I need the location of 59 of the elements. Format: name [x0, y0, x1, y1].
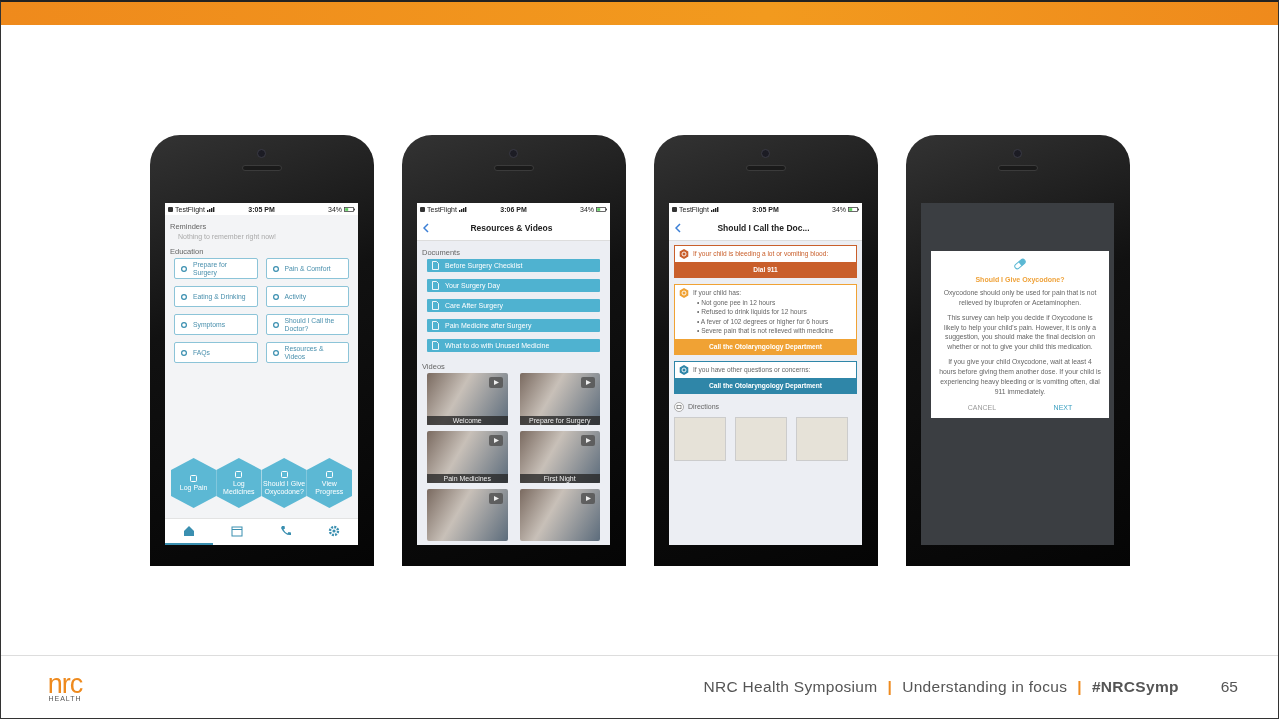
speaker-grille: [997, 165, 1038, 171]
home-icon: [183, 525, 196, 537]
play-icon: [581, 377, 595, 388]
hashtag: #NRCSymp: [1091, 678, 1179, 696]
circle-icon: [181, 349, 187, 356]
logo-wordmark: nrc: [47, 672, 83, 695]
signal-icon: [206, 206, 215, 212]
separator: |: [887, 678, 893, 696]
camera-lens: [257, 149, 266, 158]
document-icon: [432, 301, 439, 310]
screen-title: Resources & Videos: [469, 222, 554, 233]
back-chevron-icon[interactable]: [675, 222, 681, 233]
circle-icon: [272, 265, 279, 272]
square-icon: [280, 470, 288, 478]
video-thumbnail[interactable]: [519, 489, 600, 541]
play-icon: [488, 377, 503, 388]
circle-icon: [181, 321, 187, 328]
separator: |: [1077, 678, 1082, 696]
document-icon: [432, 321, 439, 330]
battery-icon: [596, 206, 607, 212]
speaker-grille: [241, 165, 282, 171]
footer-text: NRC Health Symposium: [703, 678, 878, 696]
circle-icon: [272, 349, 279, 356]
camera-lens: [761, 149, 770, 158]
back-chevron-icon[interactable]: [423, 222, 429, 233]
speaker-grille: [493, 165, 534, 171]
app-icon: [672, 206, 677, 212]
battery-icon: [344, 206, 355, 212]
screen-title: Should I Call the Doc...: [716, 222, 811, 233]
capsule-icon: [1013, 257, 1027, 271]
battery-icon: [848, 206, 859, 212]
play-icon: [581, 435, 595, 446]
square-icon: [190, 474, 198, 482]
document-icon: [432, 281, 439, 290]
camera-lens: [1013, 149, 1022, 158]
circle-icon: [181, 265, 187, 272]
footer-text: Understanding in focus: [902, 678, 1068, 696]
calendar-icon: [231, 525, 244, 537]
square-icon: [325, 470, 333, 478]
settings-icon: [327, 525, 340, 537]
page-number: 65: [1220, 678, 1238, 696]
video-thumbnail[interactable]: [427, 489, 508, 541]
document-icon: [432, 341, 439, 350]
circle-icon: [181, 293, 187, 300]
camera-lens: [509, 149, 518, 158]
play-icon: [488, 435, 503, 446]
signal-icon: [458, 206, 467, 212]
circle-icon: [272, 321, 279, 328]
app-icon: [420, 206, 425, 212]
document-icon: [432, 261, 439, 270]
map-icon: [674, 401, 684, 412]
play-icon: [581, 493, 595, 504]
circle-icon: [272, 293, 279, 300]
signal-icon: [710, 206, 719, 212]
app-icon: [168, 206, 173, 212]
play-icon: [488, 493, 503, 504]
square-icon: [235, 470, 243, 478]
phone-icon: [279, 525, 292, 537]
speaker-grille: [745, 165, 786, 171]
